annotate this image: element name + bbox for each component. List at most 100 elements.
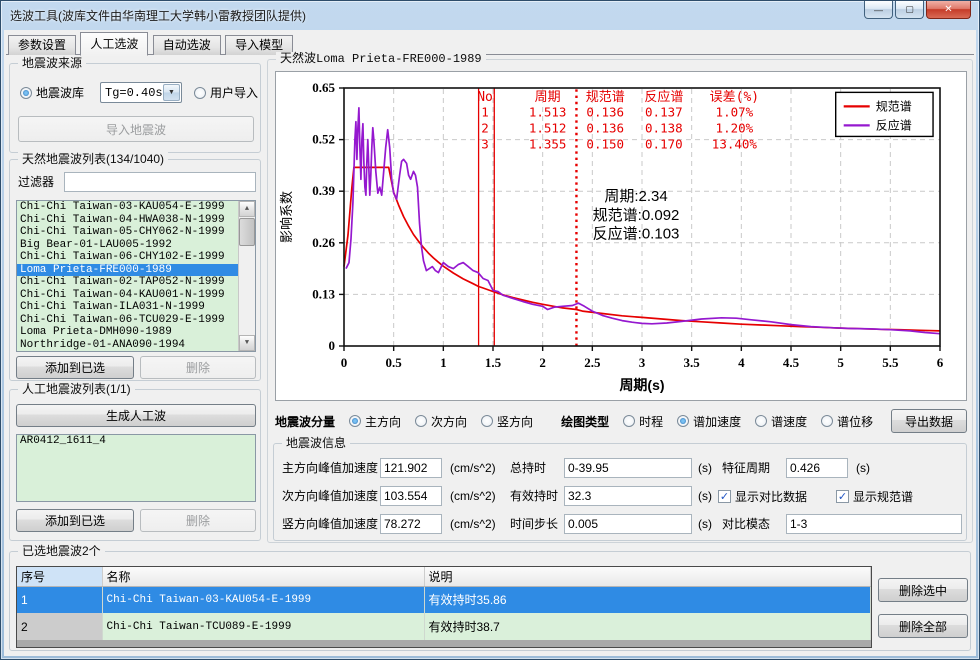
- generate-artificial-wave-button[interactable]: 生成人工波: [16, 404, 256, 427]
- selected-wave-cell-num[interactable]: 1: [17, 586, 102, 613]
- svg-text:1: 1: [481, 105, 489, 120]
- svg-text:误差(%): 误差(%): [710, 90, 759, 105]
- radio-label: 谱位移: [837, 413, 873, 430]
- svg-text:0.13: 0.13: [312, 286, 335, 301]
- show-compare-data-checkbox[interactable]: ✓显示对比数据: [718, 488, 807, 505]
- col-header-number[interactable]: 序号: [17, 567, 102, 586]
- svg-text:2.5: 2.5: [584, 355, 601, 370]
- radio-icon: [623, 415, 635, 427]
- radio-icon: [349, 415, 361, 427]
- radio-time-history[interactable]: 时程: [623, 413, 663, 430]
- show-code-spectrum-checkbox[interactable]: ✓显示规范谱: [836, 488, 913, 505]
- radio-secondary-direction[interactable]: 次方向: [415, 413, 467, 430]
- natural-delete-button[interactable]: 删除: [140, 356, 256, 379]
- svg-text:0.137: 0.137: [645, 105, 683, 120]
- svg-text:13.40%: 13.40%: [712, 137, 758, 152]
- spectrum-chart-svg: 00.511.522.533.544.555.5600.130.260.390.…: [276, 72, 966, 400]
- natural-wave-item[interactable]: Chi-Chi Taiwan-04-HWA038-N-1999: [17, 214, 238, 227]
- tab-parameter-settings[interactable]: 参数设置: [8, 35, 76, 55]
- svg-text:3: 3: [481, 137, 489, 152]
- time-step-value[interactable]: [564, 514, 692, 534]
- natural-wave-item[interactable]: Chi-Chi Taiwan-04-KAU001-N-1999: [17, 289, 238, 302]
- artificial-add-to-selected-button[interactable]: 添加到已选: [16, 509, 134, 532]
- radio-main-direction[interactable]: 主方向: [349, 413, 401, 430]
- natural-add-to-selected-button[interactable]: 添加到已选: [16, 356, 134, 379]
- svg-text:0.65: 0.65: [312, 80, 335, 95]
- svg-text:1.355: 1.355: [529, 137, 567, 152]
- selected-wave-cell-name[interactable]: Chi-Chi Taiwan-03-KAU054-E-1999: [102, 586, 424, 613]
- close-button[interactable]: ✕: [926, 1, 971, 19]
- svg-text:0.52: 0.52: [312, 132, 335, 147]
- radio-spectral-displacement[interactable]: 谱位移: [821, 413, 873, 430]
- effective-duration-label: 有效持时: [510, 486, 558, 506]
- svg-text:0.136: 0.136: [586, 120, 624, 135]
- selected-wave-row[interactable]: 1Chi-Chi Taiwan-03-KAU054-E-1999有效持时35.8…: [17, 586, 871, 613]
- title-bar: 选波工具(波库文件由华南理工大学韩小雷教授团队提供) — ▢ ✕: [1, 1, 979, 30]
- artificial-delete-button[interactable]: 删除: [140, 509, 256, 532]
- total-duration-label: 总持时: [510, 458, 546, 478]
- selected-wave-row[interactable]: 2Chi-Chi Taiwan-TCU089-E-1999有效持时38.7: [17, 613, 871, 640]
- natural-wave-item[interactable]: Chi-Chi Taiwan-06-CHY102-E-1999: [17, 251, 238, 264]
- char-period-value[interactable]: [786, 458, 848, 478]
- radio-spectral-velocity[interactable]: 谱速度: [755, 413, 807, 430]
- radio-vertical-direction[interactable]: 竖方向: [481, 413, 533, 430]
- effective-duration-unit: (s): [698, 486, 712, 506]
- peak-accel-vertical-value[interactable]: [380, 514, 442, 534]
- natural-wave-item[interactable]: Chi-Chi Taiwan-02-TAP052-N-1999: [17, 276, 238, 289]
- effective-duration-value[interactable]: [564, 486, 692, 506]
- natural-wave-item[interactable]: Chi-Chi Taiwan-05-CHY062-N-1999: [17, 226, 238, 239]
- svg-text:0.170: 0.170: [645, 137, 683, 152]
- checkbox-icon: ✓: [718, 490, 731, 503]
- svg-text:0.150: 0.150: [586, 137, 624, 152]
- total-duration-value[interactable]: [564, 458, 692, 478]
- scroll-up-icon[interactable]: ▲: [239, 201, 255, 217]
- natural-wave-item[interactable]: Chi-Chi Taiwan-06-TCU029-E-1999: [17, 314, 238, 327]
- radio-icon: [821, 415, 833, 427]
- col-header-name[interactable]: 名称: [102, 567, 424, 586]
- scrollbar-thumb[interactable]: [239, 218, 255, 246]
- tab-manual-selection[interactable]: 人工选波: [80, 32, 148, 56]
- import-wave-button[interactable]: 导入地震波: [18, 116, 254, 142]
- natural-wave-item[interactable]: Big Bear-01-LAU005-1992: [17, 239, 238, 252]
- natural-wave-item[interactable]: Loma Prieta-FRE000-1989: [17, 264, 238, 277]
- peak-accel-secondary-value[interactable]: [380, 486, 442, 506]
- natural-list-scrollbar[interactable]: ▲ ▼: [238, 201, 255, 351]
- radio-label: 谱加速度: [693, 413, 741, 430]
- maximize-button[interactable]: ▢: [895, 1, 924, 19]
- selected-wave-cell-num[interactable]: 2: [17, 613, 102, 640]
- minimize-button[interactable]: —: [864, 1, 893, 19]
- chevron-down-icon: ▼: [163, 84, 180, 101]
- export-data-button[interactable]: 导出数据: [891, 409, 967, 433]
- radio-user-import[interactable]: 用户导入: [194, 84, 258, 101]
- spectrum-chart[interactable]: 00.511.522.533.544.555.5600.130.260.390.…: [275, 71, 967, 401]
- col-header-description[interactable]: 说明: [424, 567, 871, 586]
- delete-all-button[interactable]: 删除全部: [878, 614, 968, 638]
- maximize-icon: ▢: [905, 4, 914, 15]
- artificial-wave-listbox: AR0412_1611_4: [16, 434, 256, 502]
- selected-wave-cell-desc[interactable]: 有效持时38.7: [424, 613, 871, 640]
- radio-spectral-acceleration[interactable]: 谱加速度: [677, 413, 741, 430]
- natural-wave-item[interactable]: Loma Prieta-DMH090-1989: [17, 326, 238, 339]
- filter-input[interactable]: [64, 172, 256, 192]
- natural-wave-item[interactable]: Chi-Chi Taiwan-03-KAU054-E-1999: [17, 201, 238, 214]
- artificial-wave-item[interactable]: AR0412_1611_4: [17, 435, 255, 448]
- natural-wave-item[interactable]: Chi-Chi Taiwan-ILA031-N-1999: [17, 301, 238, 314]
- delete-selected-button[interactable]: 删除选中: [878, 578, 968, 602]
- compare-mode-value[interactable]: [786, 514, 962, 534]
- peak-accel-main-unit: (cm/s^2): [450, 458, 496, 478]
- selected-wave-cell-name[interactable]: Chi-Chi Taiwan-TCU089-E-1999: [102, 613, 424, 640]
- natural-wave-item[interactable]: Northridge-01-ANA090-1994: [17, 339, 238, 352]
- radio-icon: [481, 415, 493, 427]
- radio-icon: [20, 87, 32, 99]
- tab-auto-selection[interactable]: 自动选波: [153, 35, 221, 55]
- scroll-down-icon[interactable]: ▼: [239, 335, 255, 351]
- svg-text:4.5: 4.5: [783, 355, 800, 370]
- peak-accel-main-value[interactable]: [380, 458, 442, 478]
- tg-dropdown[interactable]: Tg=0.40s ▼: [100, 82, 182, 103]
- svg-text:0.5: 0.5: [386, 355, 403, 370]
- radio-label: 谱速度: [771, 413, 807, 430]
- radio-wave-library[interactable]: 地震波库: [20, 84, 84, 101]
- peak-accel-secondary-label: 次方向峰值加速度: [282, 486, 378, 506]
- svg-text:0: 0: [329, 338, 336, 353]
- selected-wave-cell-desc[interactable]: 有效持时35.86: [424, 586, 871, 613]
